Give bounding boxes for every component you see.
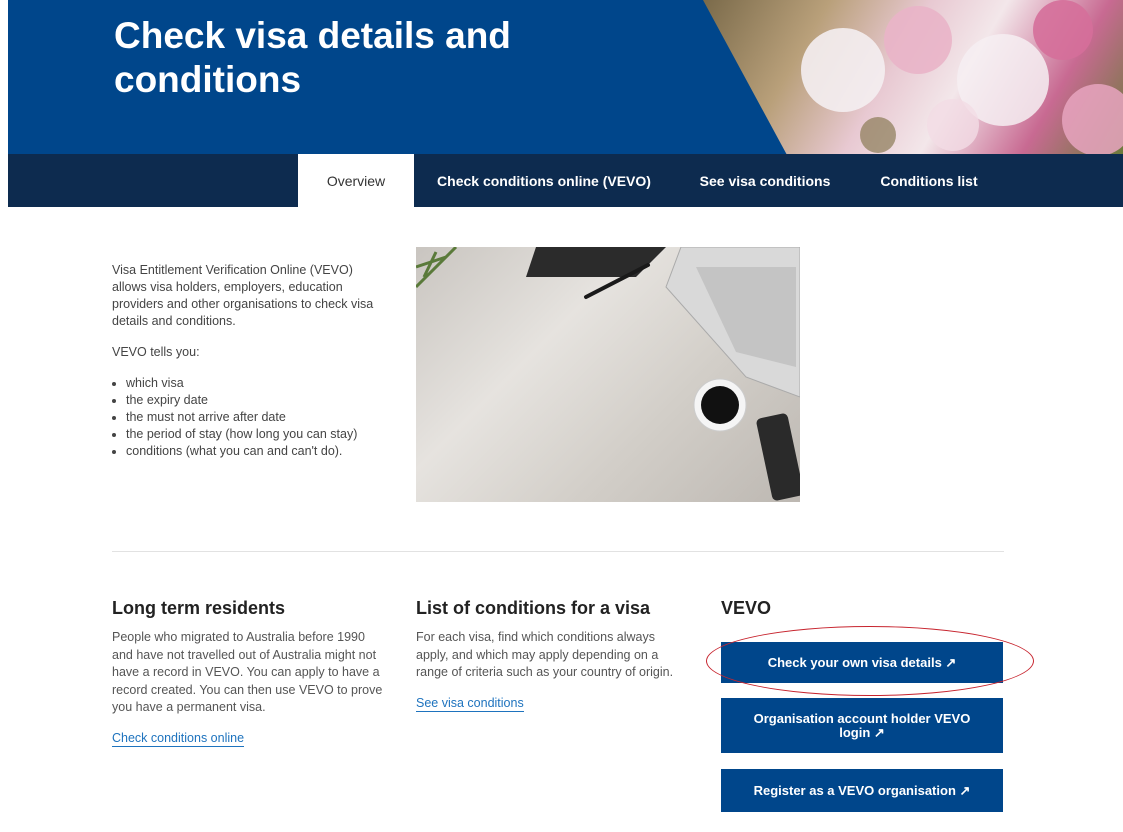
list-item: conditions (what you can and can't do). <box>126 443 384 460</box>
hero-banner: Check visa details and conditions Overvi… <box>8 0 1123 207</box>
organisation-vevo-login-button[interactable]: Organisation account holder VEVO login ↗ <box>721 698 1003 753</box>
tab-conditions-list[interactable]: Conditions list <box>856 154 1002 207</box>
intro-paragraph: Visa Entitlement Verification Online (VE… <box>112 263 374 328</box>
check-conditions-online-link[interactable]: Check conditions online <box>112 731 245 747</box>
section-divider <box>112 551 1004 552</box>
long-term-residents-section: Long term residents People who migrated … <box>112 598 388 747</box>
list-item: the must not arrive after date <box>126 409 384 426</box>
intro-section: Visa Entitlement Verification Online (VE… <box>112 262 384 460</box>
list-item: which visa <box>126 375 384 392</box>
tab-check-conditions-online[interactable]: Check conditions online (VEVO) <box>414 154 674 207</box>
tab-bar: Overview Check conditions online (VEVO) … <box>8 154 1123 207</box>
tab-see-visa-conditions[interactable]: See visa conditions <box>674 154 856 207</box>
vevo-features-list: which visa the expiry date the must not … <box>112 375 384 460</box>
intro-lead: VEVO tells you: <box>112 345 200 359</box>
conditions-heading: List of conditions for a visa <box>416 598 651 618</box>
vevo-heading: VEVO <box>721 598 772 618</box>
residents-text: People who migrated to Australia before … <box>112 630 383 714</box>
page-title: Check visa details and conditions <box>114 15 511 100</box>
list-item: the expiry date <box>126 392 384 409</box>
desk-photo <box>416 247 800 502</box>
residents-heading: Long term residents <box>112 598 286 618</box>
vevo-section: VEVO <box>721 598 1003 629</box>
hero-flower-photo <box>703 0 1123 155</box>
conditions-text: For each visa, find which conditions alw… <box>416 630 674 679</box>
tab-overview[interactable]: Overview <box>298 154 414 207</box>
register-vevo-organisation-button[interactable]: Register as a VEVO organisation ↗ <box>721 769 1003 812</box>
see-visa-conditions-link[interactable]: See visa conditions <box>416 696 524 712</box>
conditions-list-section: List of conditions for a visa For each v… <box>416 598 688 712</box>
highlight-annotation <box>706 626 1034 696</box>
list-item: the period of stay (how long you can sta… <box>126 426 384 443</box>
